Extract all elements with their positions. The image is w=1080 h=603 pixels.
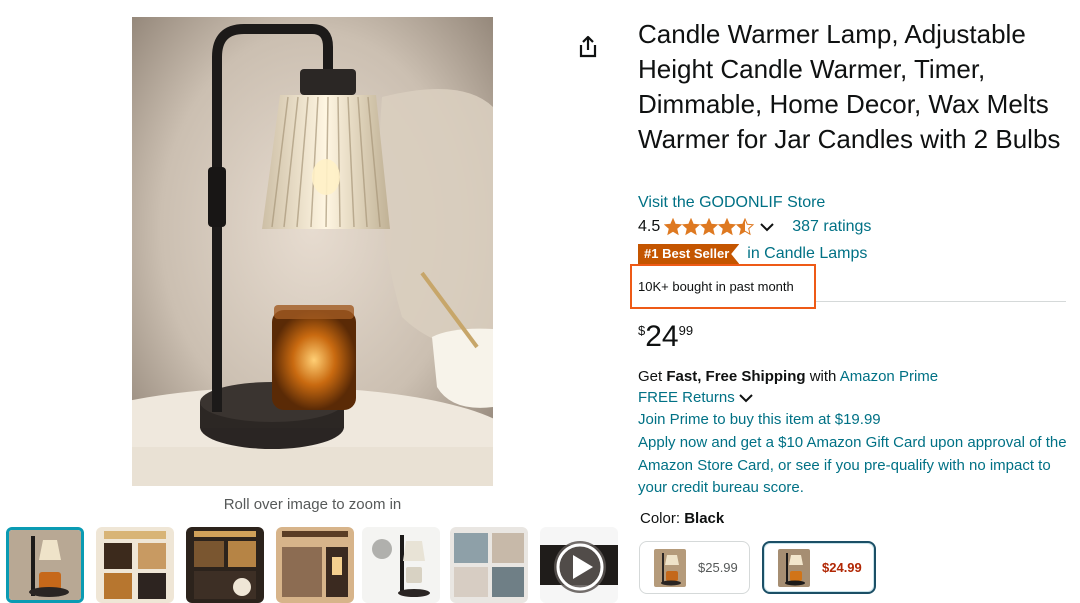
- product-title: Candle Warmer Lamp, Adjustable Height Ca…: [638, 19, 1061, 154]
- shipping-with: with: [809, 368, 837, 385]
- ratings-count-link[interactable]: 387 ratings: [792, 218, 871, 236]
- gift-card-offer-link[interactable]: Apply now and get a $10 Amazon Gift Card…: [638, 432, 1068, 500]
- free-returns-link[interactable]: FREE Returns: [638, 389, 753, 406]
- best-seller-row: #1 Best Seller in Candle Lamps: [638, 243, 867, 265]
- star-icon: [682, 218, 701, 236]
- shipping-fast-free: Fast, Free Shipping: [666, 368, 806, 385]
- thumbnail-1[interactable]: [6, 527, 84, 603]
- join-prime-link[interactable]: Join Prime to buy this item at $19.99: [638, 411, 881, 428]
- color-option-1[interactable]: $25.99: [639, 541, 750, 594]
- color-option-price: $24.99: [822, 560, 862, 575]
- star-icon: [736, 218, 755, 236]
- price-whole: 24: [645, 320, 679, 353]
- share-icon: [579, 35, 597, 58]
- price-symbol: $: [638, 323, 646, 338]
- thumbnail-5[interactable]: [362, 527, 440, 603]
- thumbnail-6[interactable]: [450, 527, 528, 603]
- thumbnail-strip: [0, 527, 620, 603]
- star-icon: [718, 218, 737, 236]
- chevron-down-icon[interactable]: [760, 222, 774, 232]
- star-rating[interactable]: [664, 218, 756, 236]
- color-option-price: $25.99: [698, 560, 738, 575]
- amazon-prime-link[interactable]: Amazon Prime: [840, 368, 938, 385]
- star-icon: [664, 218, 683, 236]
- shipping-line: Get Fast, Free Shipping with Amazon Prim…: [638, 368, 938, 385]
- star-icon: [700, 218, 719, 236]
- share-button[interactable]: [574, 33, 602, 61]
- zoom-hint: Roll over image to zoom in: [223, 496, 402, 513]
- best-seller-category-link[interactable]: in Candle Lamps: [747, 245, 867, 263]
- price: $ 24 99: [638, 318, 693, 358]
- swatch-image: [654, 548, 686, 587]
- shipping-get: Get: [638, 368, 663, 385]
- thumbnail-video[interactable]: [540, 527, 618, 603]
- rating-value: 4.5: [638, 218, 661, 235]
- color-label: Color: Black: [640, 510, 724, 527]
- price-fraction: 99: [678, 323, 694, 338]
- color-option-2[interactable]: $24.99: [762, 541, 876, 594]
- divider: [816, 301, 1066, 302]
- color-label-text: Color:: [640, 510, 681, 527]
- thumbnail-4[interactable]: [276, 527, 354, 603]
- rating-row: 4.5 387 ratings: [638, 216, 871, 238]
- chevron-down-icon: [738, 393, 753, 402]
- color-selected-value: Black: [684, 510, 725, 527]
- best-seller-badge[interactable]: #1 Best Seller: [638, 244, 740, 264]
- free-returns-label: FREE Returns: [638, 389, 735, 406]
- swatch-image: [778, 548, 810, 587]
- bought-past-month: 10K+ bought in past month: [638, 279, 794, 294]
- thumbnail-2[interactable]: [96, 527, 174, 603]
- thumbnail-3[interactable]: [186, 527, 264, 603]
- store-link[interactable]: Visit the GODONLIF Store: [638, 194, 825, 212]
- main-product-image[interactable]: [132, 17, 493, 486]
